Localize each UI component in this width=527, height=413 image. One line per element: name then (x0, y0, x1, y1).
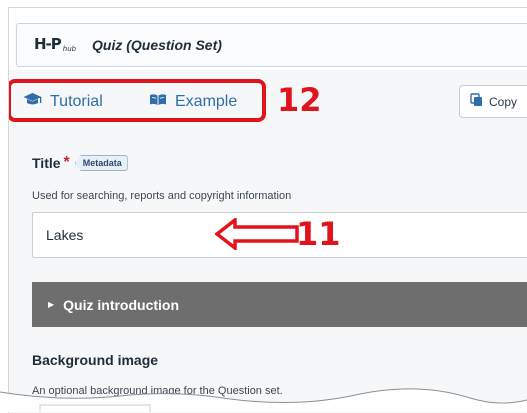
copy-label: Copy (489, 94, 518, 109)
title-field-label: Title * Metadata (32, 154, 128, 172)
editor-form: Title * Metadata Used for searching, rep… (9, 132, 527, 413)
title-label: Title (32, 155, 61, 171)
copy-button[interactable]: Copy (459, 85, 527, 118)
logo-text: H-P (34, 35, 62, 53)
editor-header: H-P hub Quiz (Question Set) (9, 8, 527, 70)
editor-toolbar: Tutorial Example 12 Copy (9, 70, 527, 132)
h5p-hub-logo: H-P hub (34, 35, 76, 53)
copy-icon (470, 93, 489, 110)
content-type-title: Quiz (Question Set) (92, 37, 222, 53)
content-type-bar: H-P hub Quiz (Question Set) (16, 23, 527, 67)
toolbar-highlight-box (9, 79, 266, 122)
annotation-11: 11 (296, 215, 341, 253)
quiz-introduction-group[interactable]: ▶ Quiz introduction (32, 282, 527, 327)
arrow-left-icon (215, 218, 299, 250)
caret-right-icon: ▶ (48, 300, 55, 309)
annotation-12: 12 (277, 81, 322, 119)
metadata-button[interactable]: Metadata (74, 155, 128, 171)
editor-frame: H-P hub Quiz (Question Set) Tutorial Exa… (8, 7, 527, 413)
background-image-label: Background image (32, 352, 159, 368)
quiz-introduction-label: Quiz introduction (63, 296, 180, 313)
torn-edge (0, 388, 527, 412)
required-marker: * (63, 154, 70, 171)
title-description: Used for searching, reports and copyrigh… (32, 190, 292, 202)
logo-sub: hub (62, 45, 77, 53)
